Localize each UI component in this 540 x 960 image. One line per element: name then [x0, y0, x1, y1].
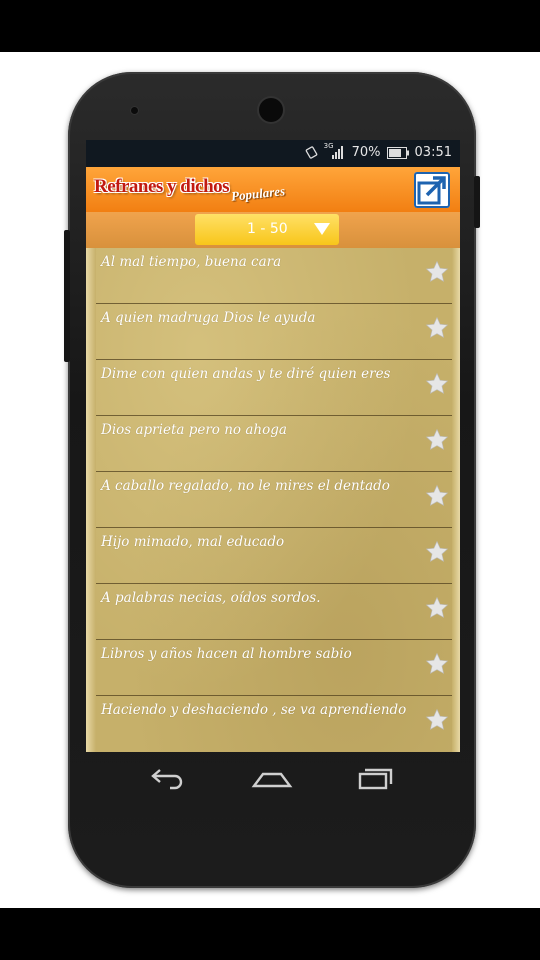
status-bar: 3G 70% 03:51	[86, 140, 460, 167]
star-icon[interactable]	[425, 260, 449, 284]
app-subtitle: Populares	[230, 183, 286, 204]
clock: 03:51	[414, 145, 452, 160]
proverb-text: Haciendo y deshaciendo , se va aprendien…	[101, 702, 407, 718]
share-button[interactable]	[414, 172, 450, 208]
star-icon[interactable]	[425, 428, 449, 452]
power-button	[474, 176, 480, 228]
star-icon[interactable]	[425, 652, 449, 676]
home-icon[interactable]	[251, 762, 293, 794]
proverb-text: A palabras necias, oídos sordos.	[101, 590, 321, 606]
volume-button	[64, 230, 70, 362]
proverb-text: A caballo regalado, no le mires el denta…	[101, 478, 390, 494]
app-title: Refranes y dichos	[94, 176, 230, 197]
back-icon[interactable]	[148, 762, 186, 794]
battery-icon	[386, 146, 409, 159]
proverb-text: Libros y años hacen al hombre sabio	[101, 646, 352, 662]
list-item[interactable]: Libros y años hacen al hombre sabio	[86, 640, 460, 696]
navigation-bar	[86, 752, 460, 804]
share-icon	[417, 176, 446, 205]
star-icon[interactable]	[425, 316, 449, 340]
star-icon[interactable]	[425, 708, 449, 732]
list-item[interactable]: Hijo mimado, mal educado	[86, 528, 460, 584]
rotation-icon	[305, 146, 317, 159]
paper-edge-left	[86, 248, 96, 752]
list-item[interactable]: Dios aprieta pero no ahoga	[86, 416, 460, 472]
star-icon[interactable]	[425, 372, 449, 396]
app-bar: Refranes y dichos Populares	[86, 167, 460, 212]
list-item[interactable]: Haciendo y deshaciendo , se va aprendien…	[86, 696, 460, 752]
range-value: 1 - 50	[247, 221, 288, 237]
paper-edge-right	[452, 248, 460, 752]
app-screen: 3G 70% 03:51 Refranes y dichos Populares	[86, 140, 460, 752]
proverb-text: Dime con quien andas y te diré quien ere…	[101, 366, 391, 382]
sensor-dot	[131, 107, 138, 114]
proverb-text: Hijo mimado, mal educado	[101, 534, 285, 550]
range-dropdown[interactable]: 1 - 50	[195, 214, 339, 245]
proverb-list: Al mal tiempo, buena cara A quien madrug…	[86, 248, 460, 752]
proverb-text: Al mal tiempo, buena cara	[101, 254, 282, 270]
list-item[interactable]: A caballo regalado, no le mires el denta…	[86, 472, 460, 528]
list-item[interactable]: Dime con quien andas y te diré quien ere…	[86, 360, 460, 416]
signal-icon: 3G	[324, 142, 346, 160]
front-camera	[259, 98, 283, 122]
star-icon[interactable]	[425, 540, 449, 564]
star-icon[interactable]	[425, 484, 449, 508]
list-item[interactable]: A quien madruga Dios le ayuda	[86, 304, 460, 360]
list-item[interactable]: A palabras necias, oídos sordos.	[86, 584, 460, 640]
recents-icon[interactable]	[356, 762, 396, 794]
star-icon[interactable]	[425, 596, 449, 620]
proverb-text: A quien madruga Dios le ayuda	[101, 310, 316, 326]
list-item[interactable]: Al mal tiempo, buena cara	[86, 248, 460, 304]
proverb-text: Dios aprieta pero no ahoga	[101, 422, 287, 438]
chevron-down-icon	[314, 223, 330, 235]
battery-percent: 70%	[351, 145, 381, 160]
filter-bar: 1 - 50	[86, 212, 460, 248]
